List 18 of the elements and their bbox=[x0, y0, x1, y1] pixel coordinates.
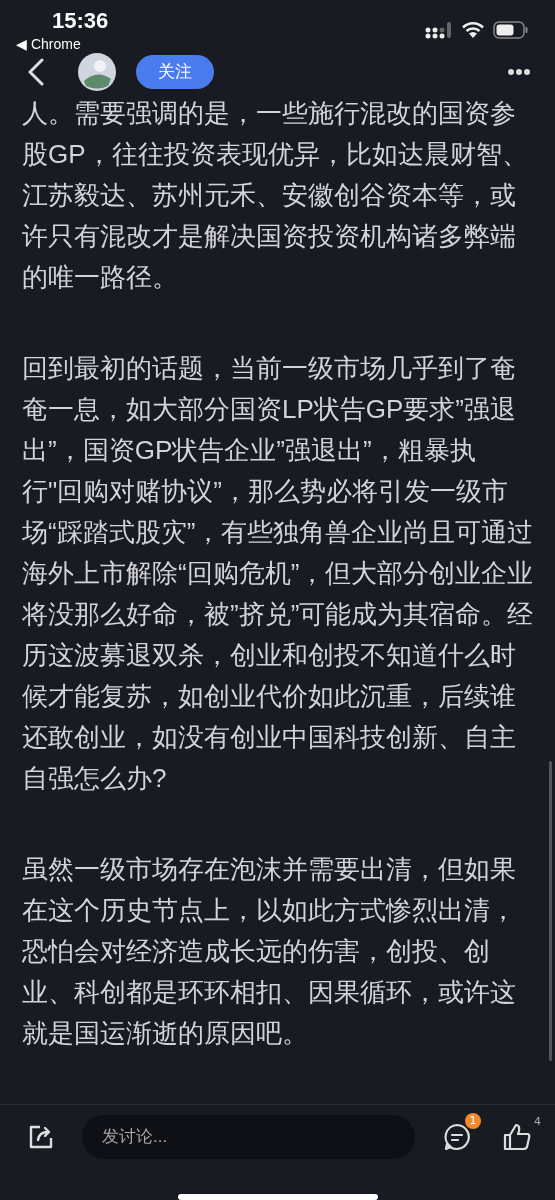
status-time: 15:36 bbox=[52, 8, 109, 34]
comment-icon[interactable] bbox=[443, 1123, 471, 1151]
wifi-icon bbox=[461, 21, 485, 39]
signal-icon bbox=[425, 21, 453, 39]
more-icon[interactable] bbox=[507, 67, 531, 76]
avatar[interactable] bbox=[78, 52, 116, 91]
comment-input-field[interactable]: 发讨论... bbox=[82, 1115, 415, 1159]
article-paragraph: 回到最初的话题，当前一级市场几乎到了奄奄一息，如大部分国资LP状告GP要求”强退出”，国资GP状告企业”强退出”，粗暴执行"回购对赌协议”，那么势必将引发一级市场“踩踏式股灾”，有些独角兽企业尚且可通过海外上市解除“回购危机”，但大部分创业企业将没那么好命，被”挤兑”可能成为其宿命。经历这波募退双杀，创业和创投不知道什么时候才能复苏，如创业代价如此沉重，后续谁还敢创业，如没有创业中国科技创新、自主自强怎么办? bbox=[22, 352, 534, 795]
back-icon[interactable] bbox=[28, 57, 44, 86]
article-paragraph: 人。需要强调的是，一些施行混改的国资参股GP，往往投资表现优异，比如达晨财智、江苏毅达、苏州元禾、安徽创谷资本等，或许只有混改才是解决国资投资机构诸多弊端的唯一路径。 bbox=[22, 97, 529, 294]
back-to-app-link[interactable]: ◀ Chrome bbox=[16, 36, 109, 52]
follow-button[interactable]: 关注 bbox=[136, 54, 214, 89]
battery-icon bbox=[493, 21, 529, 39]
comment-count-badge: 1 bbox=[465, 1113, 481, 1129]
share-icon[interactable] bbox=[28, 1124, 54, 1150]
like-count: 4 bbox=[534, 1115, 541, 1128]
article-paragraph: 虽然一级市场存在泡沫并需要出清，但如果在这个历史节点上，以如此方式惨烈出清，恐怕会对经济造成长远的伤害，创投、创业、科创都是环环相扣、因果循环，或许这就是国运渐逝的原因吧。 bbox=[22, 853, 517, 1050]
thumbs-up-icon[interactable] bbox=[503, 1123, 533, 1151]
